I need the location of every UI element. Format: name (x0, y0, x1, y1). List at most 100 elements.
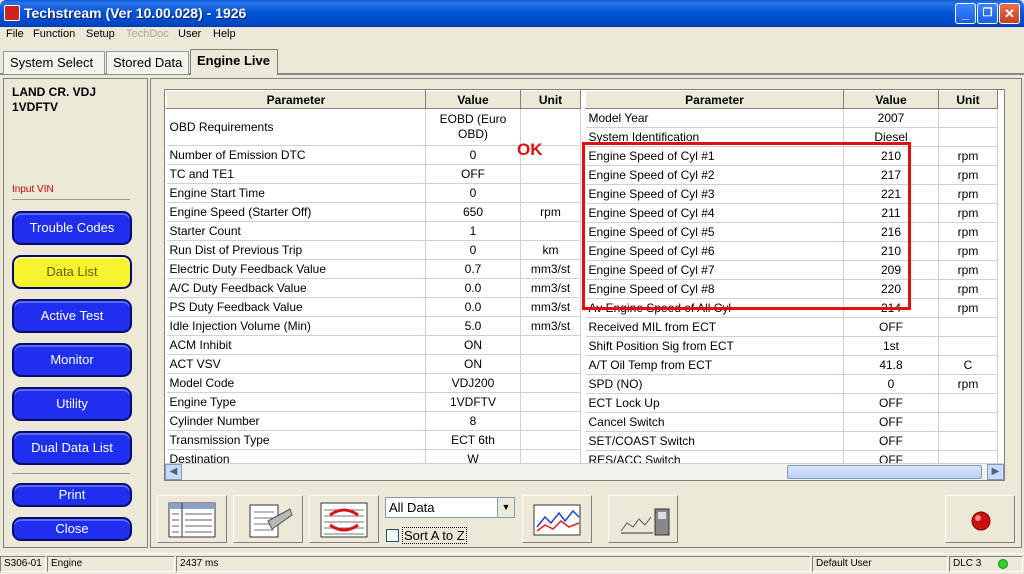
list-view-button[interactable] (157, 495, 227, 543)
horizontal-scrollbar[interactable]: ◀ ▶ (165, 463, 1004, 480)
parameter-cell: OBD Requirements (166, 108, 426, 146)
unit-cell (520, 411, 581, 431)
data-list-button[interactable]: Data List (12, 255, 132, 289)
fuel-graph-button[interactable] (608, 495, 678, 543)
table-row[interactable]: SPD (NO) 0 rpm (585, 374, 998, 394)
menu-function[interactable]: Function (33, 28, 75, 40)
parameter-cell: Engine Start Time (166, 183, 426, 203)
tab-system-select[interactable]: System Select (3, 51, 105, 74)
column-header-parameter[interactable]: Parameter (166, 90, 426, 109)
table-row[interactable]: A/C Duty Feedback Value 0.0 mm3/st (166, 278, 581, 298)
menu-user[interactable]: User (178, 28, 201, 40)
table-row[interactable]: Model Code VDJ200 (166, 373, 581, 393)
input-vin-link[interactable]: Input VIN (12, 184, 54, 195)
table-row[interactable]: Engine Start Time 0 (166, 183, 581, 203)
column-header-parameter[interactable]: Parameter (585, 90, 844, 109)
close-sidebar-button[interactable]: Close (12, 517, 132, 541)
trouble-codes-button[interactable]: Trouble Codes (12, 211, 132, 245)
table-row[interactable]: Cancel Switch OFF (585, 412, 998, 432)
table-row[interactable]: Cylinder Number 8 (166, 411, 581, 431)
sort-checkbox[interactable] (386, 529, 399, 542)
column-header-unit[interactable]: Unit (520, 90, 581, 109)
parameter-cell: Model Year (585, 108, 844, 128)
unit-cell: rpm (938, 374, 998, 394)
table-row[interactable]: A/T Oil Temp from ECT 41.8 C (585, 355, 998, 375)
scroll-thumb[interactable] (787, 465, 982, 479)
table-row[interactable]: Received MIL from ECT OFF (585, 317, 998, 337)
utility-button[interactable]: Utility (12, 387, 132, 421)
parameter-cell: ECT Lock Up (585, 393, 844, 413)
table-row[interactable]: Model Year 2007 (585, 108, 998, 128)
unit-cell (520, 430, 581, 450)
chevron-down-icon[interactable]: ▼ (497, 498, 514, 517)
status-code: S306-01 (0, 556, 46, 572)
active-test-button[interactable]: Active Test (12, 299, 132, 333)
graph-button[interactable] (522, 495, 592, 543)
title-bar[interactable]: Techstream (Ver 10.00.028) - 1926 _ ❐ ✕ (0, 0, 1024, 27)
parameter-cell: SPD (NO) (585, 374, 844, 394)
unit-cell (938, 108, 998, 128)
minimize-button[interactable]: _ (955, 3, 976, 24)
monitor-button[interactable]: Monitor (12, 343, 132, 377)
table-row[interactable]: Engine Speed (Starter Off) 650 rpm (166, 202, 581, 222)
unit-cell: C (938, 355, 998, 375)
unit-cell: rpm (938, 279, 998, 299)
unit-cell: rpm (938, 146, 998, 166)
sort-label[interactable]: Sort A to Z (402, 527, 467, 544)
scroll-left-arrow-icon[interactable]: ◀ (165, 464, 182, 480)
table-row[interactable]: SET/COAST Switch OFF (585, 431, 998, 451)
list-view-icon (168, 502, 216, 538)
table-row[interactable]: TC and TE1 OFF (166, 164, 581, 184)
parameter-cell: Engine Speed (Starter Off) (166, 202, 426, 222)
table-row[interactable]: Run Dist of Previous Trip 0 km (166, 240, 581, 260)
menu-help[interactable]: Help (213, 28, 236, 40)
unit-cell (520, 354, 581, 374)
tab-stored-data[interactable]: Stored Data (106, 51, 189, 74)
tab-engine-live[interactable]: Engine Live (190, 49, 278, 75)
clipboard-tool-icon (249, 504, 293, 538)
unit-cell (520, 164, 581, 184)
column-header-value[interactable]: Value (843, 90, 939, 109)
print-button[interactable]: Print (12, 483, 132, 507)
maximize-button[interactable]: ❐ (977, 3, 998, 24)
parameter-cell: ACM Inhibit (166, 335, 426, 355)
table-row[interactable]: PS Duty Feedback Value 0.0 mm3/st (166, 297, 581, 317)
value-cell: 1VDFTV (425, 392, 521, 412)
table-row[interactable]: ACT VSV ON (166, 354, 581, 374)
menu-file[interactable]: File (6, 28, 24, 40)
window-title: Techstream (Ver 10.00.028) - 1926 (24, 5, 247, 21)
value-cell: 5.0 (425, 316, 521, 336)
menu-setup[interactable]: Setup (86, 28, 115, 40)
unit-cell: mm3/st (520, 297, 581, 317)
unit-cell (938, 317, 998, 337)
table-row[interactable]: Engine Type 1VDFTV (166, 392, 581, 412)
table-row[interactable]: Shift Position Sig from ECT 1st (585, 336, 998, 356)
refresh-list-button[interactable] (309, 495, 379, 543)
scroll-right-arrow-icon[interactable]: ▶ (987, 464, 1004, 480)
column-header-unit[interactable]: Unit (938, 90, 998, 109)
value-cell: OFF (843, 431, 939, 451)
unit-cell: mm3/st (520, 316, 581, 336)
dual-data-list-button[interactable]: Dual Data List (12, 431, 132, 465)
unit-cell (520, 183, 581, 203)
parameter-cell: Starter Count (166, 221, 426, 241)
table-row[interactable]: Transmission Type ECT 6th (166, 430, 581, 450)
parameter-cell: ACT VSV (166, 354, 426, 374)
unit-cell (938, 127, 998, 147)
table-row[interactable]: Idle Injection Volume (Min) 5.0 mm3/st (166, 316, 581, 336)
column-header-value[interactable]: Value (425, 90, 521, 109)
unit-cell: rpm (938, 203, 998, 223)
divider (12, 199, 130, 200)
tab-bar: System Select Stored Data Engine Live (0, 47, 1024, 75)
value-cell: 0 (425, 145, 521, 165)
data-filter-select[interactable]: All Data ▼ (385, 497, 515, 518)
tool-snapshot-button[interactable] (233, 495, 303, 543)
data-filter-value: All Data (389, 500, 435, 515)
table-row[interactable]: ACM Inhibit ON (166, 335, 581, 355)
record-button[interactable] (945, 495, 1015, 543)
table-row[interactable]: Electric Duty Feedback Value 0.7 mm3/st (166, 259, 581, 279)
table-row[interactable]: ECT Lock Up OFF (585, 393, 998, 413)
close-button[interactable]: ✕ (999, 3, 1020, 24)
parameter-cell: PS Duty Feedback Value (166, 297, 426, 317)
table-row[interactable]: Starter Count 1 (166, 221, 581, 241)
